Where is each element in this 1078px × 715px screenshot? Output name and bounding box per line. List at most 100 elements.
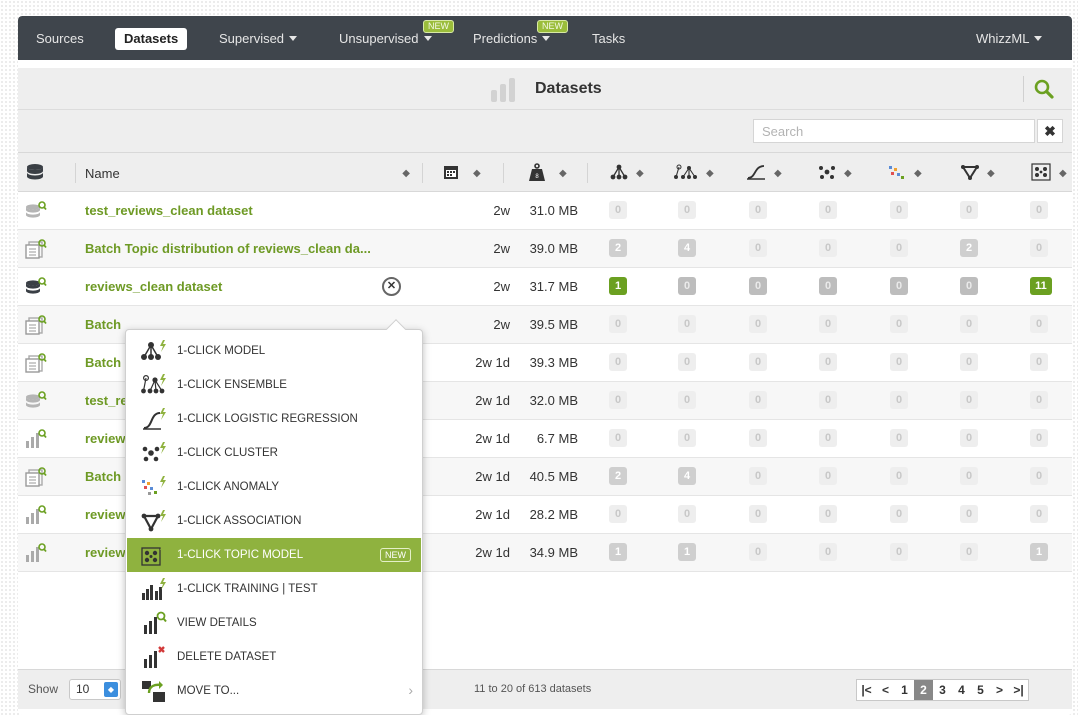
resource-count-badge[interactable]: 0: [960, 391, 978, 409]
page-4[interactable]: 4: [952, 680, 971, 700]
menu-item-1-click-training-test[interactable]: 1-CLICK TRAINING | TEST: [127, 572, 421, 606]
dataset-name-link[interactable]: review: [85, 545, 125, 560]
resource-count-badge[interactable]: 0: [678, 277, 696, 295]
column-size[interactable]: 8 ◆: [529, 153, 567, 193]
resource-count-badge[interactable]: 0: [819, 429, 837, 447]
resource-count-badge[interactable]: 0: [749, 505, 767, 523]
column-clusters[interactable]: ◆: [818, 153, 852, 193]
resource-count-badge[interactable]: 0: [890, 201, 908, 219]
menu-item-1-click-topic-model[interactable]: 1-CLICK TOPIC MODEL NEW: [127, 538, 421, 572]
column-associations[interactable]: ◆: [961, 153, 995, 193]
dataset-name-link[interactable]: review: [85, 507, 125, 522]
resource-count-badge[interactable]: 0: [1030, 467, 1048, 485]
close-menu-icon[interactable]: ✕: [382, 277, 401, 296]
dataset-name-link[interactable]: reviews_clean dataset: [85, 279, 222, 294]
resource-count-badge[interactable]: 0: [890, 239, 908, 257]
column-ensembles[interactable]: ◆: [674, 153, 714, 193]
resource-count-badge[interactable]: 0: [678, 505, 696, 523]
column-age[interactable]: ◆: [443, 153, 481, 193]
resource-count-badge[interactable]: 11: [1030, 277, 1052, 295]
resource-count-badge[interactable]: 0: [678, 201, 696, 219]
menu-item-view-details[interactable]: VIEW DETAILS: [127, 606, 421, 640]
prev-page-icon[interactable]: <: [876, 680, 895, 700]
nav-supervised[interactable]: Supervised: [215, 28, 301, 50]
resource-count-badge[interactable]: 0: [609, 391, 627, 409]
resource-count-badge[interactable]: 0: [609, 201, 627, 219]
menu-item-delete-dataset[interactable]: DELETE DATASET: [127, 640, 421, 674]
resource-count-badge[interactable]: 0: [960, 353, 978, 371]
resource-count-badge[interactable]: 0: [819, 391, 837, 409]
resource-count-badge[interactable]: 1: [609, 277, 627, 295]
dataset-name-link[interactable]: Batch: [85, 469, 121, 484]
last-page-icon[interactable]: >|: [1009, 680, 1028, 700]
resource-count-badge[interactable]: 0: [1030, 239, 1048, 257]
resource-count-badge[interactable]: 0: [1030, 315, 1048, 333]
resource-count-badge[interactable]: 0: [1030, 201, 1048, 219]
resource-count-badge[interactable]: 0: [749, 201, 767, 219]
next-page-icon[interactable]: >: [990, 680, 1009, 700]
resource-count-badge[interactable]: 0: [749, 391, 767, 409]
table-row[interactable]: test_reviews_clean dataset 2w 31.0 MB 0 0 0 0 0…: [18, 192, 1072, 230]
page-1[interactable]: 1: [895, 680, 914, 700]
resource-count-badge[interactable]: 0: [890, 429, 908, 447]
resource-count-badge[interactable]: 0: [890, 315, 908, 333]
table-row[interactable]: Batch Topic distribution of reviews_clea…: [18, 230, 1072, 268]
nav-unsupervised[interactable]: Unsupervised NEW: [335, 20, 454, 50]
table-row[interactable]: reviews_clean dataset ✕ 2w 31.7 MB 1 0 0 0 0 0 11: [18, 268, 1072, 306]
resource-count-badge[interactable]: 0: [1030, 505, 1048, 523]
resource-count-badge[interactable]: 0: [609, 429, 627, 447]
column-anomalies[interactable]: ◆: [888, 153, 922, 193]
resource-count-badge[interactable]: 4: [678, 239, 696, 257]
resource-count-badge[interactable]: 2: [609, 239, 627, 257]
resource-count-badge[interactable]: 0: [960, 277, 978, 295]
resource-count-badge[interactable]: 0: [749, 277, 767, 295]
dataset-name-link[interactable]: test_re: [85, 393, 128, 408]
menu-item-1-click-logistic-regression[interactable]: 1-CLICK LOGISTIC REGRESSION: [127, 402, 421, 436]
page-3[interactable]: 3: [933, 680, 952, 700]
column-logistic-regressions[interactable]: ◆: [746, 153, 782, 193]
resource-count-badge[interactable]: 0: [890, 505, 908, 523]
menu-item-1-click-association[interactable]: 1-CLICK ASSOCIATION: [127, 504, 421, 538]
resource-count-badge[interactable]: 0: [749, 467, 767, 485]
dataset-name-link[interactable]: test_reviews_clean dataset: [85, 203, 253, 218]
resource-count-badge[interactable]: 0: [819, 543, 837, 561]
search-input[interactable]: [753, 119, 1035, 143]
resource-count-badge[interactable]: 0: [678, 429, 696, 447]
resource-count-badge[interactable]: 0: [890, 467, 908, 485]
resource-count-badge[interactable]: 0: [819, 201, 837, 219]
resource-count-badge[interactable]: 0: [819, 277, 837, 295]
close-icon[interactable]: ✖: [1037, 119, 1063, 143]
resource-count-badge[interactable]: 0: [609, 353, 627, 371]
nav-whizzml[interactable]: WhizzML: [972, 28, 1046, 50]
resource-count-badge[interactable]: 1: [1030, 543, 1048, 561]
menu-item-1-click-anomaly[interactable]: 1-CLICK ANOMALY: [127, 470, 421, 504]
resource-count-badge[interactable]: 0: [749, 239, 767, 257]
menu-item-move-to[interactable]: MOVE TO... ›: [127, 674, 421, 708]
resource-count-badge[interactable]: 0: [819, 315, 837, 333]
column-models[interactable]: ◆: [610, 153, 644, 193]
resource-count-badge[interactable]: 0: [819, 467, 837, 485]
column-topic-models[interactable]: ◆: [1031, 153, 1067, 193]
resource-count-badge[interactable]: 0: [960, 201, 978, 219]
resource-count-badge[interactable]: 0: [678, 391, 696, 409]
resource-count-badge[interactable]: 2: [960, 239, 978, 257]
resource-count-badge[interactable]: 1: [678, 543, 696, 561]
nav-tasks[interactable]: Tasks: [588, 28, 629, 50]
resource-count-badge[interactable]: 0: [890, 277, 908, 295]
resource-count-badge[interactable]: 0: [749, 429, 767, 447]
resource-count-badge[interactable]: 0: [1030, 429, 1048, 447]
resource-count-badge[interactable]: 0: [960, 543, 978, 561]
resource-count-badge[interactable]: 0: [960, 505, 978, 523]
first-page-icon[interactable]: |<: [857, 680, 876, 700]
resource-count-badge[interactable]: 0: [678, 315, 696, 333]
menu-item-1-click-model[interactable]: 1-CLICK MODEL: [127, 334, 421, 368]
resource-count-badge[interactable]: 0: [819, 239, 837, 257]
search-icon[interactable]: [1033, 78, 1057, 102]
dataset-name-link[interactable]: review: [85, 431, 125, 446]
resource-count-badge[interactable]: 0: [890, 391, 908, 409]
page-size-select[interactable]: 10 ◆: [69, 679, 121, 700]
nav-predictions[interactable]: Predictions NEW: [469, 20, 568, 50]
resource-count-badge[interactable]: 0: [960, 467, 978, 485]
resource-count-badge[interactable]: 0: [890, 353, 908, 371]
resource-count-badge[interactable]: 0: [960, 429, 978, 447]
